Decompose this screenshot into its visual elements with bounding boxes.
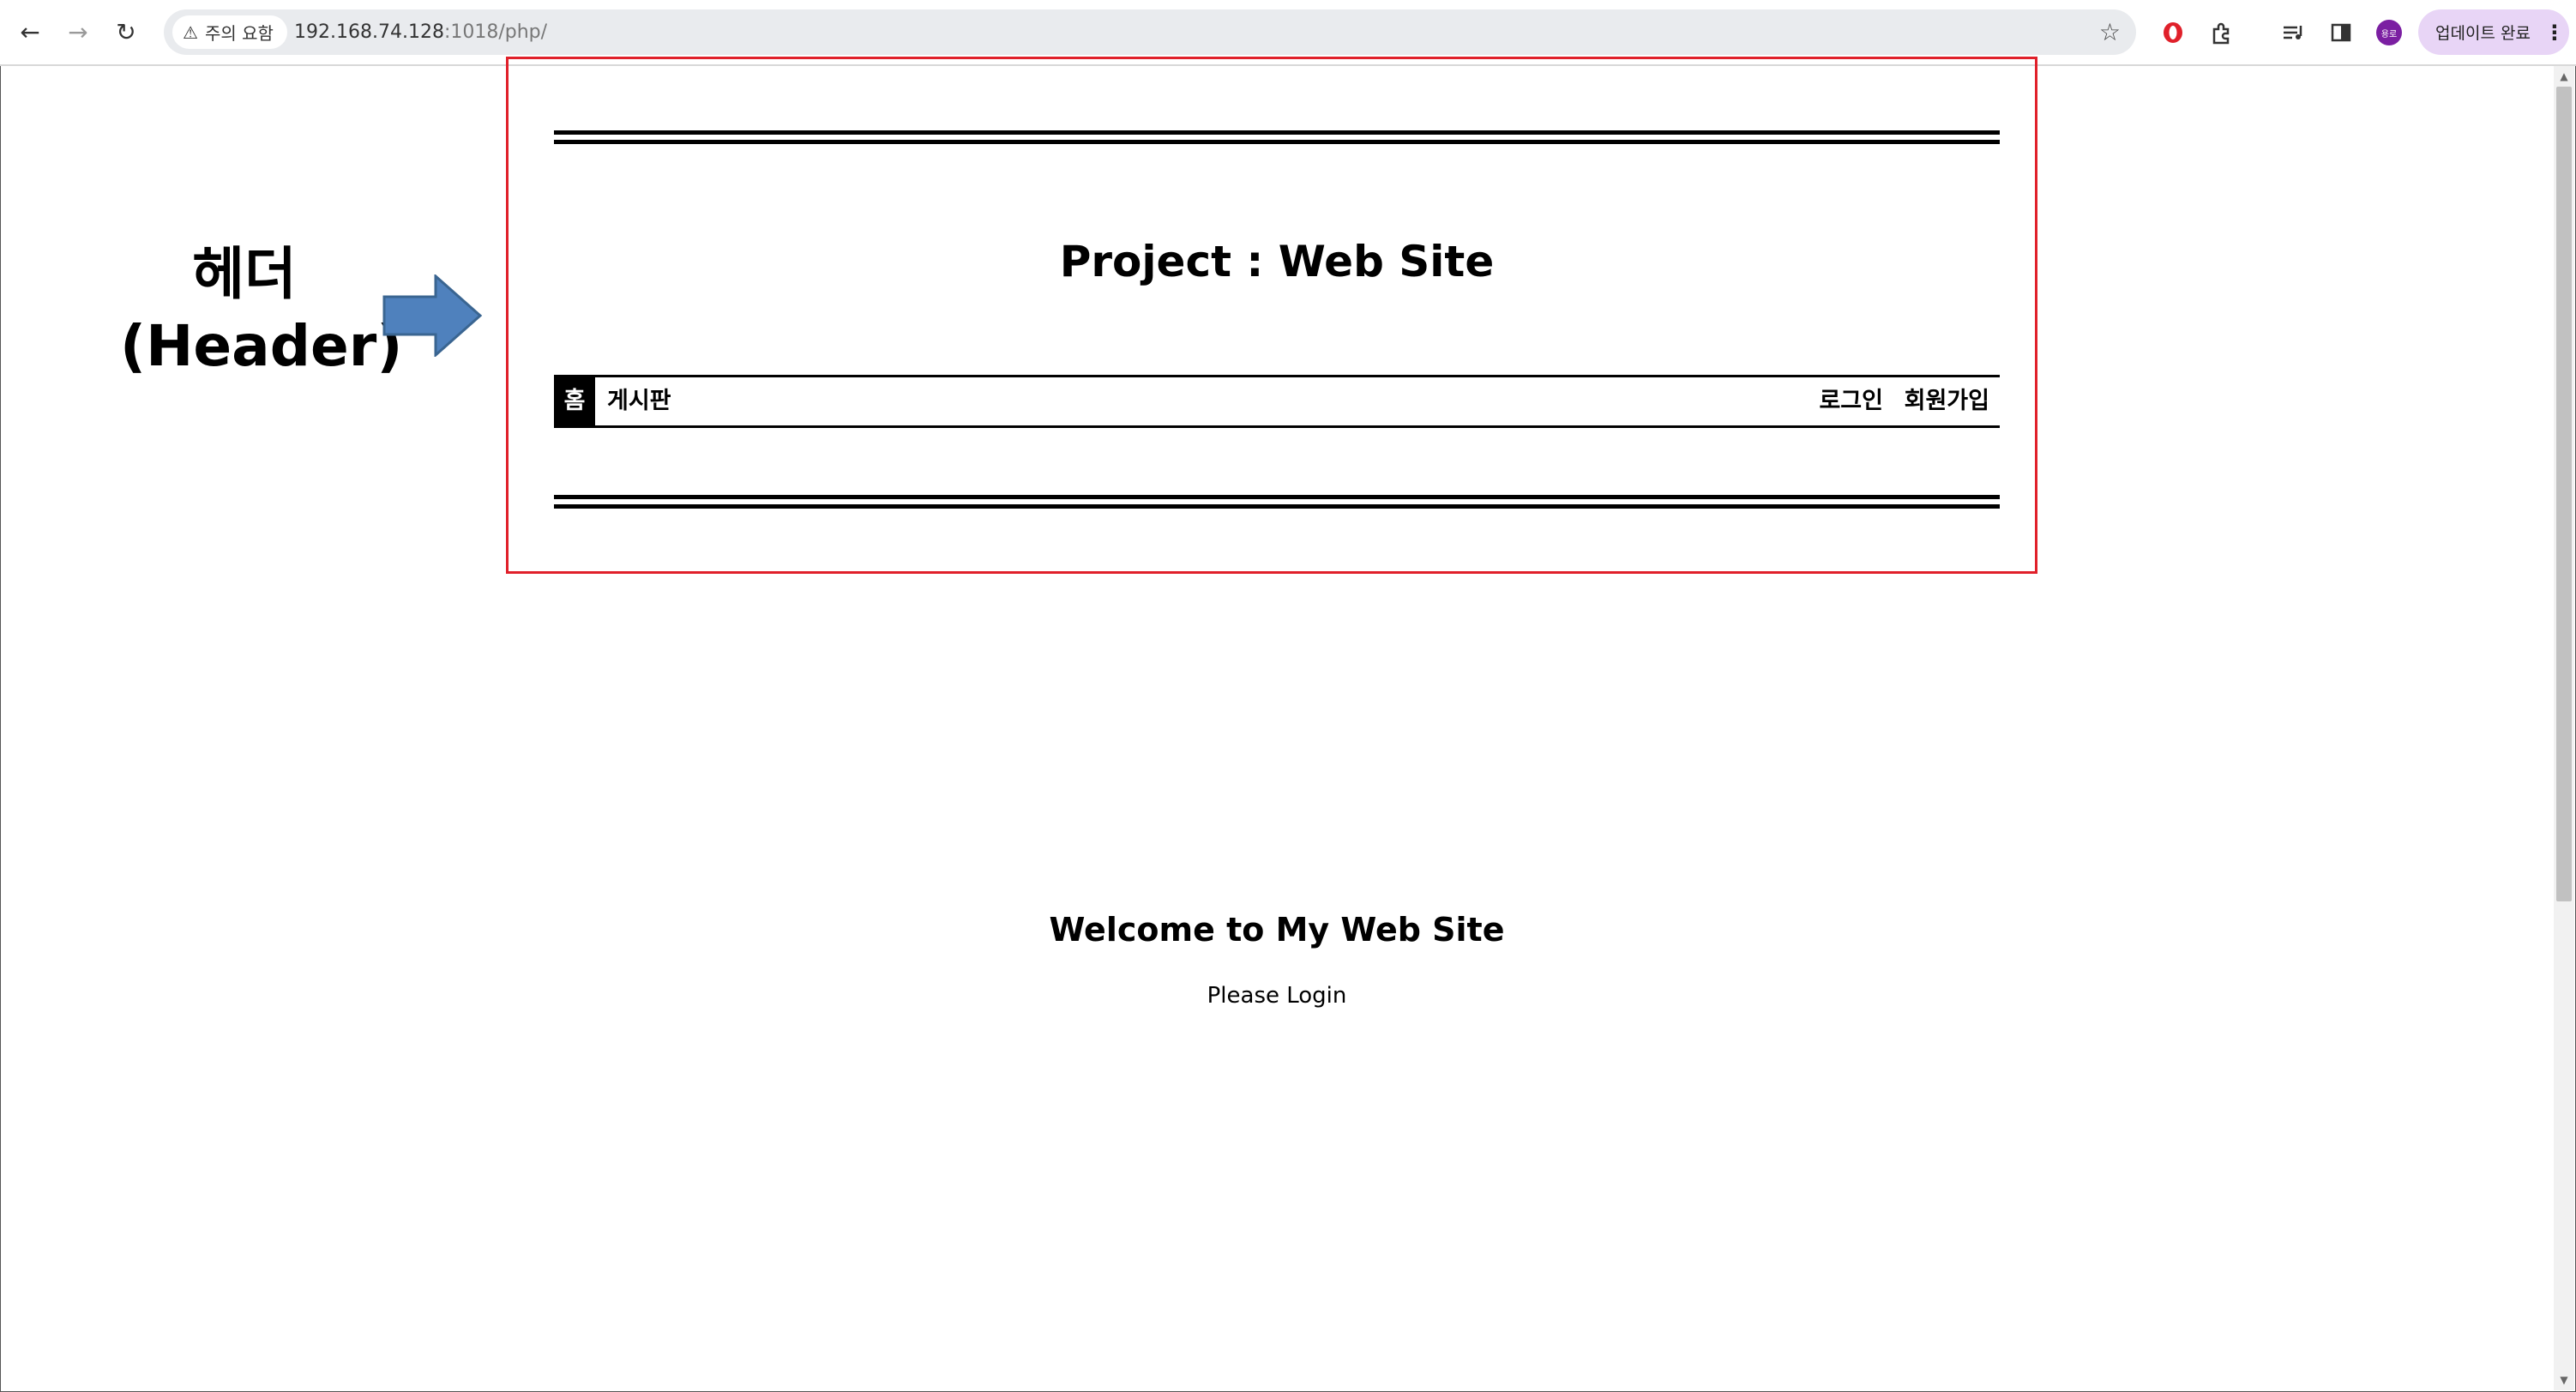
back-icon[interactable]: ← <box>10 12 50 51</box>
header-annotation: 헤더 (Header) <box>120 238 403 383</box>
nav-login[interactable]: 로그인 <box>1819 377 1883 425</box>
avatar-icon[interactable]: 용로 <box>2372 15 2406 50</box>
welcome-heading: Welcome to My Web Site <box>1049 911 1505 949</box>
side-panel-icon[interactable] <box>2324 15 2358 50</box>
avatar: 용로 <box>2376 20 2402 45</box>
nav-home[interactable]: 홈 <box>554 377 595 425</box>
url-text[interactable]: 192.168.74.128:1018/php/ <box>294 9 547 55</box>
nav-board[interactable]: 게시판 <box>607 377 671 425</box>
security-chip[interactable]: ⚠ 주의 요함 <box>172 15 287 49</box>
site-nav: 홈 게시판 로그인 회원가입 <box>554 375 2000 428</box>
reload-icon[interactable]: ↻ <box>106 12 146 51</box>
warning-icon: ⚠ <box>183 21 198 43</box>
kebab-menu-icon[interactable]: ⋮ <box>2544 21 2565 45</box>
annotation-line-english: (Header) <box>120 313 403 379</box>
star-icon[interactable]: ☆ <box>2099 9 2121 55</box>
scroll-down-icon[interactable]: ▼ <box>2554 1371 2574 1389</box>
media-icon[interactable] <box>2276 15 2310 50</box>
address-bar[interactable]: ⚠ 주의 요함 192.168.74.128:1018/php/ ☆ <box>164 9 2136 55</box>
site-title: Project : Web Site <box>1059 237 1495 286</box>
extensions-icon[interactable] <box>2204 15 2238 50</box>
nav-signup[interactable]: 회원가입 <box>1905 377 1989 425</box>
url-host: 192.168.74.128 <box>294 21 444 43</box>
forward-icon[interactable]: → <box>58 12 98 51</box>
update-button-label: 업데이트 완료 <box>2435 24 2531 43</box>
header-bottom-double-rule <box>554 495 2000 509</box>
right-arrow-icon <box>382 274 483 357</box>
header-top-double-rule <box>554 130 2000 144</box>
opera-icon[interactable] <box>2156 15 2190 50</box>
annotation-line-korean: 헤더 <box>192 241 297 307</box>
scroll-thumb[interactable] <box>2556 87 2572 901</box>
login-prompt: Please Login <box>1207 983 1347 1009</box>
url-path: :1018/php/ <box>443 21 548 43</box>
security-label: 주의 요함 <box>204 23 274 44</box>
update-button[interactable]: 업데이트 완료 ⋮ <box>2418 9 2569 55</box>
vertical-scrollbar[interactable]: ▲ ▼ <box>2554 66 2574 1390</box>
scroll-up-icon[interactable]: ▲ <box>2554 68 2574 85</box>
